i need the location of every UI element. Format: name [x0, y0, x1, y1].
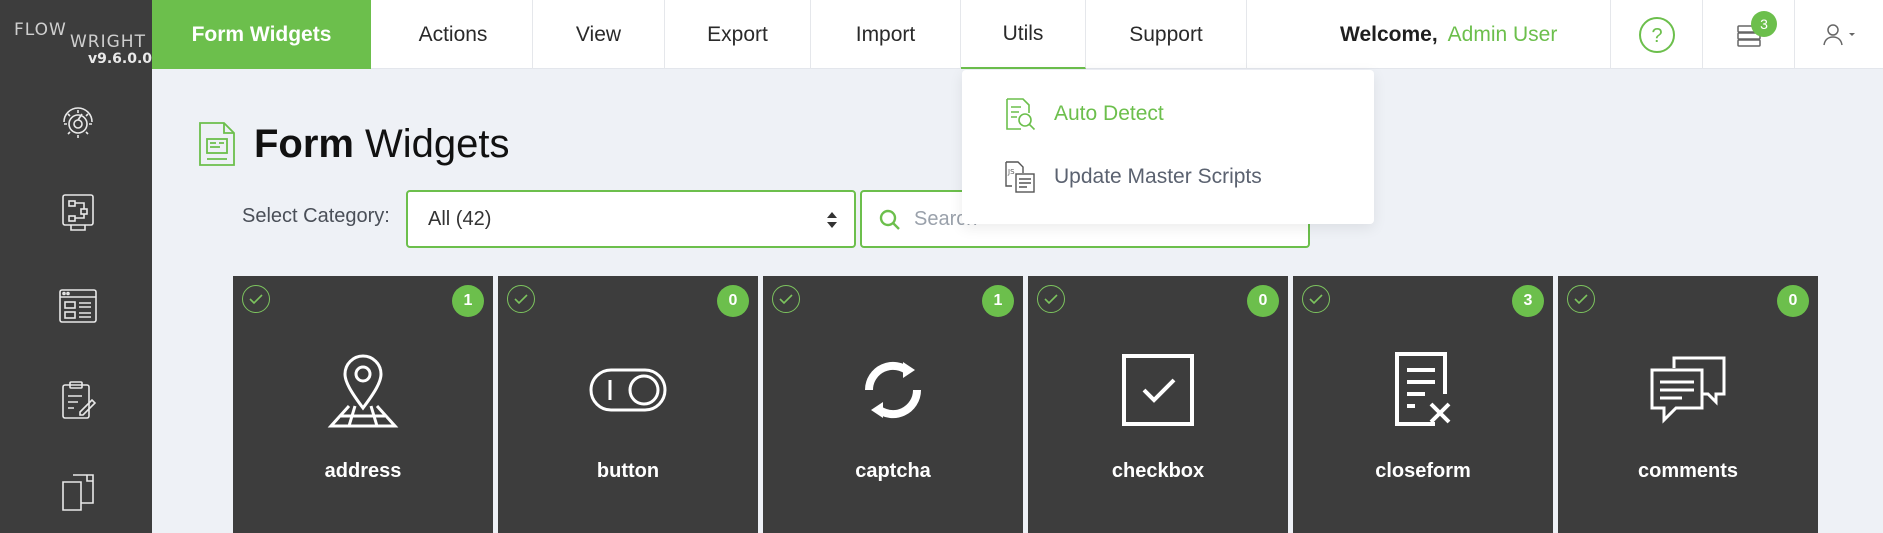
tab-view[interactable]: View [533, 0, 665, 69]
toggle-button-icon [578, 340, 678, 440]
refresh-arrows-icon [843, 340, 943, 440]
check-icon[interactable] [1037, 285, 1065, 313]
tab-export[interactable]: Export [665, 0, 811, 69]
widget-name: checkbox [1111, 460, 1205, 482]
menu-item-update-master-scripts[interactable]: JS Update Master Scripts [1004, 157, 1262, 197]
check-icon[interactable] [772, 285, 800, 313]
menu-item-label: Update Master Scripts [1054, 165, 1262, 188]
clipboard-edit-icon[interactable] [56, 378, 100, 422]
widget-card-checkbox[interactable]: 0 checkbox [1028, 276, 1288, 533]
svg-text:JS: JS [1007, 168, 1015, 176]
widget-name: closeform [1375, 460, 1471, 482]
widget-name: comments [1637, 460, 1739, 482]
welcome-label: Welcome, [1340, 22, 1438, 46]
form-layout-icon[interactable] [56, 284, 100, 328]
checkbox-icon [1108, 340, 1208, 440]
chat-bubbles-icon [1638, 340, 1738, 440]
page-title-rest: Widgets [365, 121, 510, 166]
check-icon[interactable] [242, 285, 270, 313]
sidebar: FLOW WRIGHT v9.6.0.0 [0, 0, 152, 533]
script-update-icon: JS [1005, 161, 1035, 193]
utils-dropdown-menu: Auto Detect JS Update Master Scripts [962, 70, 1374, 224]
app-logo[interactable]: FLOW WRIGHT v9.6.0.0 [0, 0, 152, 70]
top-navigation: Form Widgets Actions View Export Import … [152, 0, 1883, 69]
user-menu-button[interactable] [1794, 0, 1883, 69]
user-name[interactable]: Admin User [1448, 23, 1558, 47]
document-close-icon [1373, 340, 1473, 440]
widget-card-address[interactable]: 1 address [233, 276, 493, 533]
page-title-bold: Form [254, 121, 354, 166]
check-icon[interactable] [507, 285, 535, 313]
form-widgets-icon [199, 122, 235, 166]
notification-badge: 3 [1751, 11, 1777, 37]
welcome-message: Welcome, Admin User [1340, 0, 1557, 69]
logo-line-2: WRIGHT [70, 32, 146, 52]
widget-card-button[interactable]: 0 button [498, 276, 758, 533]
tab-utils[interactable]: Utils [961, 0, 1086, 69]
usage-count-badge: 3 [1512, 285, 1544, 317]
widget-name: captcha [855, 460, 931, 482]
dashboard-gear-icon[interactable] [56, 98, 100, 142]
document-copy-icon[interactable] [56, 470, 100, 514]
usage-count-badge: 1 [982, 285, 1014, 317]
logo-line-1: FLOW [14, 20, 67, 40]
search-icon [879, 209, 900, 230]
widget-card-closeform[interactable]: 3 closeform [1293, 276, 1553, 533]
svg-text:?: ? [1651, 25, 1662, 47]
notifications-button[interactable]: 3 [1702, 0, 1794, 69]
help-icon: ? [1638, 16, 1675, 53]
check-icon[interactable] [1567, 285, 1595, 313]
usage-count-badge: 0 [1247, 285, 1279, 317]
usage-count-badge: 0 [1777, 285, 1809, 317]
app-version: v9.6.0.0 [88, 51, 153, 67]
user-icon [1823, 23, 1855, 45]
usage-count-badge: 0 [717, 285, 749, 317]
check-icon[interactable] [1302, 285, 1330, 313]
help-button[interactable]: ? [1610, 0, 1702, 69]
page-title: Form Widgets [198, 118, 510, 170]
widget-name: button [596, 460, 660, 482]
category-select[interactable]: All (42) [406, 190, 856, 248]
tab-import[interactable]: Import [811, 0, 961, 69]
auto-detect-icon [1006, 98, 1036, 131]
menu-item-label: Auto Detect [1054, 102, 1164, 125]
category-label: Select Category: [242, 205, 390, 227]
category-select-value: All (42) [428, 207, 492, 230]
widget-name: address [324, 460, 402, 482]
sort-arrows-icon [827, 212, 837, 228]
tab-actions[interactable]: Actions [374, 0, 533, 69]
widget-card-captcha[interactable]: 1 captcha [763, 276, 1023, 533]
map-pin-icon [313, 340, 413, 440]
workflow-icon[interactable] [56, 190, 100, 234]
menu-item-auto-detect[interactable]: Auto Detect [1004, 94, 1164, 134]
tab-support[interactable]: Support [1086, 0, 1247, 69]
tab-form-widgets[interactable]: Form Widgets [152, 0, 371, 69]
widget-card-comments[interactable]: 0 comments [1558, 276, 1818, 533]
usage-count-badge: 1 [452, 285, 484, 317]
